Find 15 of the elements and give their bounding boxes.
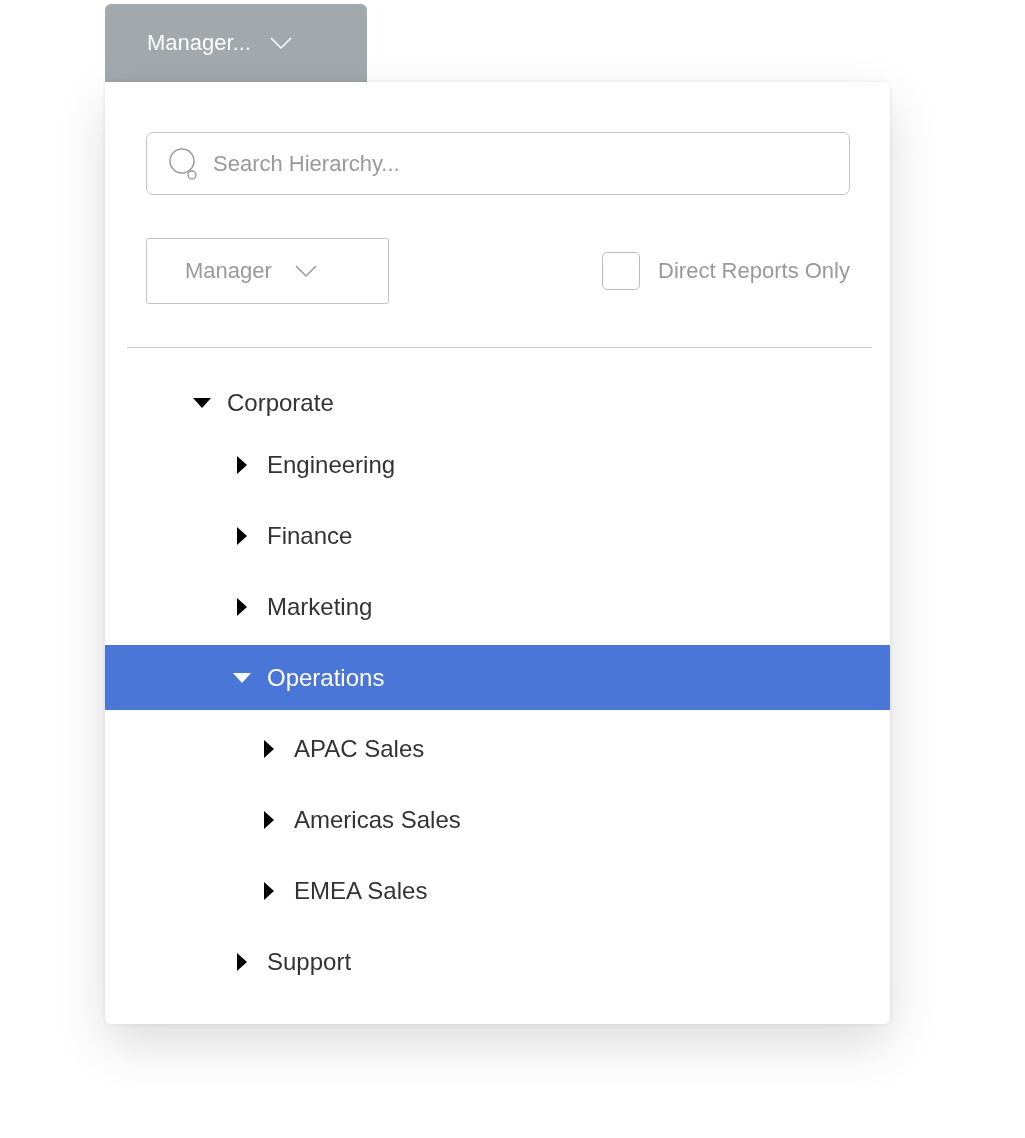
tree-item[interactable]: Engineering — [105, 429, 890, 500]
tree-item[interactable]: APAC Sales — [105, 713, 890, 784]
tree-item[interactable]: EMEA Sales — [105, 855, 890, 926]
tree-item[interactable]: Americas Sales — [105, 784, 890, 855]
search-field[interactable]: Search Hierarchy... — [146, 132, 850, 195]
tree-item[interactable]: Corporate — [105, 377, 890, 429]
tree-item[interactable]: Support — [105, 926, 890, 997]
checkbox-label: Direct Reports Only — [658, 258, 850, 284]
chevron-down-icon — [268, 36, 293, 50]
tree-item[interactable]: Marketing — [105, 571, 890, 642]
tree-item[interactable]: Operations — [105, 645, 890, 710]
checkbox[interactable] — [602, 252, 641, 290]
tree-item[interactable]: Finance — [105, 500, 890, 571]
search-icon — [168, 147, 198, 181]
chevron-down-icon — [293, 264, 318, 278]
